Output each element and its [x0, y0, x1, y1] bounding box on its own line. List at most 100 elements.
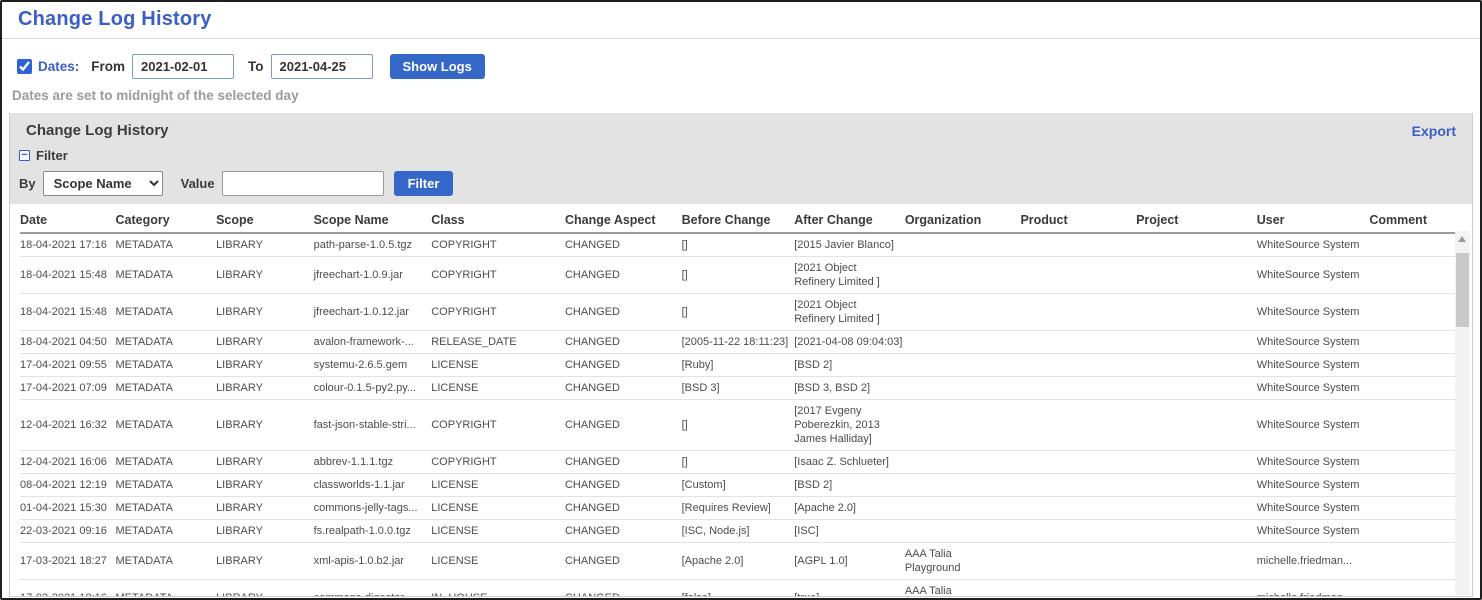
table-row[interactable]: 22-03-2021 09:16METADATALIBRARYfs.realpa…: [20, 520, 1468, 543]
table-row[interactable]: 17-04-2021 09:55METADATALIBRARYsystemu-2…: [20, 354, 1468, 377]
cell-comment: [1369, 377, 1468, 400]
column-header-change_aspect[interactable]: Change Aspect: [565, 208, 682, 233]
table-row[interactable]: 12-04-2021 16:06METADATALIBRARYabbrev-1.…: [20, 451, 1468, 474]
cell-scope: LIBRARY: [216, 257, 314, 294]
cell-date: 17-04-2021 07:09: [20, 377, 116, 400]
cell-scope: LIBRARY: [216, 451, 314, 474]
column-header-organization[interactable]: Organization: [905, 208, 1021, 233]
table-row[interactable]: 18-04-2021 15:48METADATALIBRARYjfreechar…: [20, 294, 1468, 331]
cell-comment: [1369, 400, 1468, 451]
cell-organization: [905, 294, 1021, 331]
cell-product: [1020, 354, 1136, 377]
cell-before_change: [Apache 2.0]: [682, 543, 795, 580]
cell-class: COPYRIGHT: [431, 233, 565, 257]
cell-product: [1020, 474, 1136, 497]
cell-product: [1020, 520, 1136, 543]
cell-after_change: [2021 Object Refinery Limited ]: [794, 257, 905, 294]
cell-after_change: [BSD 2]: [794, 354, 905, 377]
cell-project: [1136, 257, 1257, 294]
cell-scope_name: fs.realpath-1.0.0.tgz: [314, 520, 432, 543]
collapse-minus-icon[interactable]: −: [19, 150, 30, 161]
column-header-project[interactable]: Project: [1136, 208, 1257, 233]
filter-value-input[interactable]: [222, 171, 384, 196]
cell-scope_name: systemu-2.6.5.gem: [314, 354, 432, 377]
column-header-class[interactable]: Class: [431, 208, 565, 233]
cell-after_change: [2015 Javier Blanco]: [794, 233, 905, 257]
cell-category: METADATA: [116, 520, 217, 543]
cell-scope_name: commons-jelly-tags...: [314, 497, 432, 520]
cell-date: 17-03-2021 18:16: [20, 580, 116, 597]
column-header-product[interactable]: Product: [1020, 208, 1136, 233]
cell-scope: LIBRARY: [216, 377, 314, 400]
to-date-input[interactable]: [271, 54, 373, 79]
column-header-scope[interactable]: Scope: [216, 208, 314, 233]
cell-after_change: [Apache 2.0]: [794, 497, 905, 520]
filter-button[interactable]: Filter: [394, 171, 454, 196]
cell-scope: LIBRARY: [216, 543, 314, 580]
cell-product: [1020, 331, 1136, 354]
cell-after_change: [AGPL 1.0]: [794, 543, 905, 580]
cell-after_change: [true]: [794, 580, 905, 597]
cell-before_change: [false]: [682, 580, 795, 597]
cell-scope_name: avalon-framework-...: [314, 331, 432, 354]
cell-after_change: [BSD 3, BSD 2]: [794, 377, 905, 400]
export-link[interactable]: Export: [1412, 123, 1456, 139]
cell-date: 12-04-2021 16:06: [20, 451, 116, 474]
filter-by-select[interactable]: Scope Name: [43, 171, 163, 196]
cell-class: LICENSE: [431, 520, 565, 543]
cell-organization: [905, 377, 1021, 400]
table-row[interactable]: 17-03-2021 18:16METADATALIBRARYcommons-d…: [20, 580, 1468, 597]
show-logs-button[interactable]: Show Logs: [390, 54, 485, 79]
cell-before_change: []: [682, 400, 795, 451]
cell-change_aspect: CHANGED: [565, 400, 682, 451]
cell-date: 18-04-2021 04:50: [20, 331, 116, 354]
table-row[interactable]: 18-04-2021 17:16METADATALIBRARYpath-pars…: [20, 233, 1468, 257]
column-header-date[interactable]: Date: [20, 208, 116, 233]
dates-checkbox[interactable]: [17, 59, 32, 74]
column-header-before_change[interactable]: Before Change: [682, 208, 795, 233]
cell-comment: [1369, 451, 1468, 474]
cell-project: [1136, 400, 1257, 451]
cell-scope: LIBRARY: [216, 580, 314, 597]
scrollbar-thumb[interactable]: [1456, 253, 1469, 327]
column-header-after_change[interactable]: After Change: [794, 208, 905, 233]
scroll-up-arrow-icon[interactable]: [1458, 236, 1466, 242]
table-row[interactable]: 17-03-2021 18:27METADATALIBRARYxml-apis-…: [20, 543, 1468, 580]
cell-after_change: [BSD 2]: [794, 474, 905, 497]
vertical-scrollbar[interactable]: [1455, 231, 1470, 595]
column-header-category[interactable]: Category: [116, 208, 217, 233]
cell-category: METADATA: [116, 233, 217, 257]
table-row[interactable]: 08-04-2021 12:19METADATALIBRARYclassworl…: [20, 474, 1468, 497]
cell-change_aspect: CHANGED: [565, 354, 682, 377]
cell-user: WhiteSource System: [1257, 331, 1370, 354]
table-row[interactable]: 12-04-2021 16:32METADATALIBRARYfast-json…: [20, 400, 1468, 451]
cell-date: 12-04-2021 16:32: [20, 400, 116, 451]
cell-change_aspect: CHANGED: [565, 451, 682, 474]
cell-category: METADATA: [116, 474, 217, 497]
cell-scope: LIBRARY: [216, 331, 314, 354]
table-row[interactable]: 18-04-2021 15:48METADATALIBRARYjfreechar…: [20, 257, 1468, 294]
table-header-row: DateCategoryScopeScope NameClassChange A…: [20, 208, 1468, 233]
from-label: From: [91, 59, 125, 74]
cell-change_aspect: CHANGED: [565, 580, 682, 597]
cell-user: WhiteSource System: [1257, 377, 1370, 400]
from-date-input[interactable]: [132, 54, 234, 79]
cell-comment: [1369, 294, 1468, 331]
change-log-panel: Change Log History Export − Filter By Sc…: [9, 113, 1473, 597]
column-header-scope_name[interactable]: Scope Name: [314, 208, 432, 233]
cell-change_aspect: CHANGED: [565, 520, 682, 543]
column-header-user[interactable]: User: [1257, 208, 1370, 233]
cell-user: WhiteSource System: [1257, 233, 1370, 257]
dates-note: Dates are set to midnight of the selecte…: [12, 88, 1464, 103]
column-header-comment[interactable]: Comment: [1369, 208, 1468, 233]
table-body: 18-04-2021 17:16METADATALIBRARYpath-pars…: [20, 233, 1468, 596]
date-controls-section: Dates: From To Show Logs Dates are set t…: [2, 39, 1480, 113]
table-row[interactable]: 18-04-2021 04:50METADATALIBRARYavalon-fr…: [20, 331, 1468, 354]
table-row[interactable]: 01-04-2021 15:30METADATALIBRARYcommons-j…: [20, 497, 1468, 520]
table-row[interactable]: 17-04-2021 07:09METADATALIBRARYcolour-0.…: [20, 377, 1468, 400]
cell-project: [1136, 233, 1257, 257]
filter-section-label: Filter: [36, 148, 68, 163]
cell-before_change: []: [682, 257, 795, 294]
cell-change_aspect: CHANGED: [565, 543, 682, 580]
change-log-table-area: DateCategoryScopeScope NameClassChange A…: [10, 204, 1472, 596]
